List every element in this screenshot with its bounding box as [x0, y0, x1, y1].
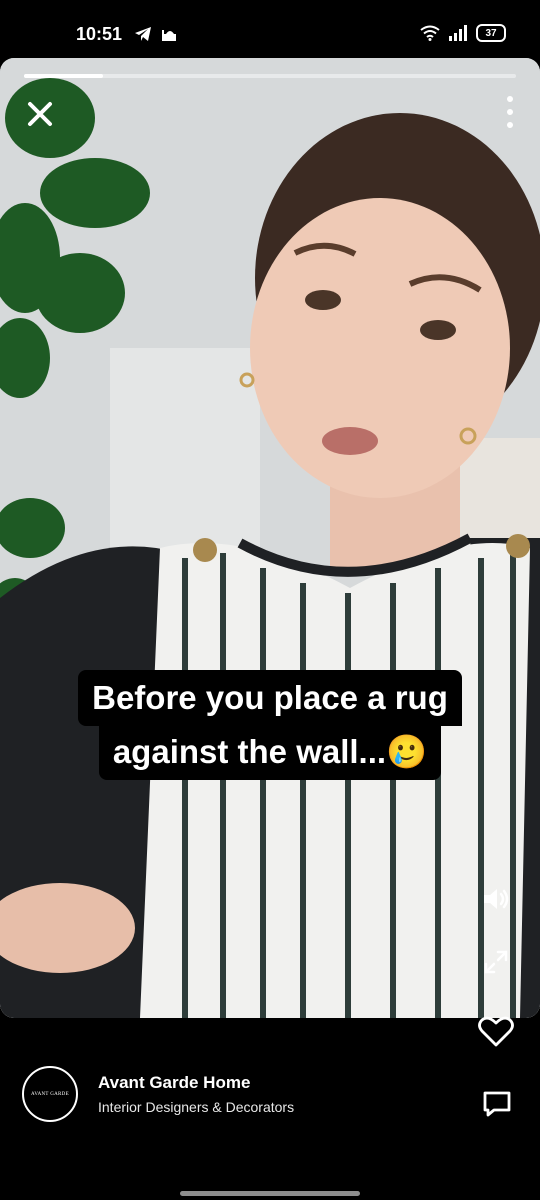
avatar[interactable]: AVANT GARDE — [22, 1066, 78, 1122]
wifi-icon — [420, 25, 440, 41]
heart-icon — [478, 1016, 514, 1047]
video-frame — [0, 58, 540, 1018]
status-time: 10:51 — [76, 24, 123, 44]
profile-text: Avant Garde Home Interior Designers & De… — [98, 1073, 294, 1115]
profile-info[interactable]: AVANT GARDE Avant Garde Home Interior De… — [22, 1066, 294, 1122]
more-vertical-icon — [507, 96, 513, 102]
notification-icons — [134, 26, 178, 42]
caption-line-2: against the wall...🥲 — [98, 724, 442, 780]
battery-icon: 37 — [476, 24, 506, 42]
story-video[interactable]: Before you place a rug against the wall.… — [0, 58, 540, 1018]
home-indicator[interactable] — [180, 1191, 360, 1196]
comment-button[interactable] — [482, 1090, 512, 1123]
profile-name[interactable]: Avant Garde Home — [98, 1073, 294, 1093]
system-icons: 37 — [420, 24, 506, 42]
story-progress — [24, 74, 516, 78]
mosque-icon — [162, 30, 176, 41]
expand-icon — [484, 950, 508, 974]
caption-line-1: Before you place a rug — [78, 670, 462, 726]
volume-button[interactable] — [482, 886, 510, 917]
close-icon — [28, 102, 52, 126]
comment-icon — [483, 1091, 511, 1117]
story-progress-fill — [24, 74, 103, 78]
status-bar: 10:51 37 — [0, 0, 540, 60]
story-caption: Before you place a rug against the wall.… — [0, 670, 540, 780]
more-options-button[interactable] — [500, 96, 520, 128]
like-button[interactable] — [478, 1016, 514, 1053]
signal-icon — [449, 25, 467, 41]
caption-emoji: 🥲 — [386, 733, 428, 770]
telegram-icon — [135, 27, 151, 41]
profile-subtitle: Interior Designers & Decorators — [98, 1099, 295, 1115]
avatar-logo-text: AVANT GARDE — [31, 1091, 69, 1097]
expand-button[interactable] — [482, 948, 510, 981]
volume-icon — [484, 889, 509, 909]
close-button[interactable] — [22, 96, 58, 132]
